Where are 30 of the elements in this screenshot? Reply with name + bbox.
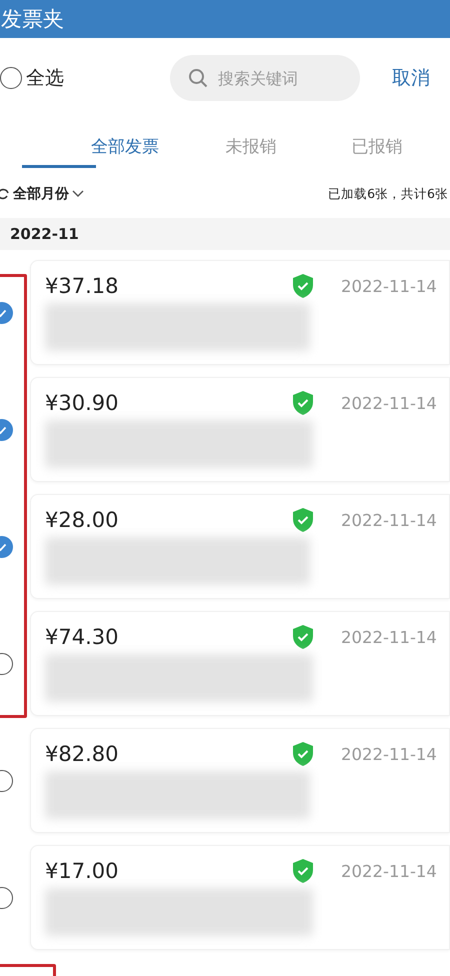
invoice-amount: ¥37.18 <box>45 274 120 298</box>
invoice-date: 2022-11-14 <box>341 628 437 646</box>
invoice-amount: ¥28.00 <box>45 508 120 532</box>
invoice-card[interactable]: ¥82.80 2022-11-14 <box>30 728 450 833</box>
month-filter[interactable]: 全部月份 <box>13 185 69 203</box>
invoice-amount: ¥74.30 <box>45 625 120 649</box>
invoice-date: 2022-11-14 <box>341 394 437 412</box>
invoice-amount: ¥30.90 <box>45 391 120 415</box>
invoice-amount: ¥17.00 <box>45 859 120 883</box>
chevron-down-icon[interactable] <box>72 190 84 198</box>
invoice-amount: ¥82.80 <box>45 742 120 766</box>
page-title: 发票夹 <box>1 6 64 33</box>
load-summary: 已加载6张，共计6张 <box>328 186 449 202</box>
search-icon <box>188 68 208 88</box>
group-title: 2022-11 <box>10 225 79 243</box>
invoice-date: 2022-11-14 <box>341 862 437 880</box>
search-field[interactable]: 搜索关键词 <box>170 55 360 101</box>
checkbox[interactable] <box>0 67 22 89</box>
tab[interactable]: 全部发票 <box>22 118 188 174</box>
invoice-card[interactable]: ¥30.90 2022-11-14 <box>30 377 450 482</box>
invoice-card[interactable]: ¥74.30 2022-11-14 <box>30 611 450 716</box>
select-all-label[interactable]: 全选 <box>26 65 64 91</box>
refresh-icon <box>0 187 10 201</box>
invoice-card[interactable]: ¥17.00 2022-11-14 <box>30 845 450 950</box>
invoice-card[interactable]: ¥37.18 2022-11-14 <box>30 260 450 365</box>
invoice-date: 2022-11-14 <box>341 744 437 764</box>
invoice-card[interactable]: ¥28.00 2022-11-14 <box>30 494 450 599</box>
invoice-date: 2022-11-14 <box>341 510 437 530</box>
invoice-date: 2022-11-14 <box>341 276 437 296</box>
cancel-link[interactable]: 取消 <box>392 65 430 91</box>
